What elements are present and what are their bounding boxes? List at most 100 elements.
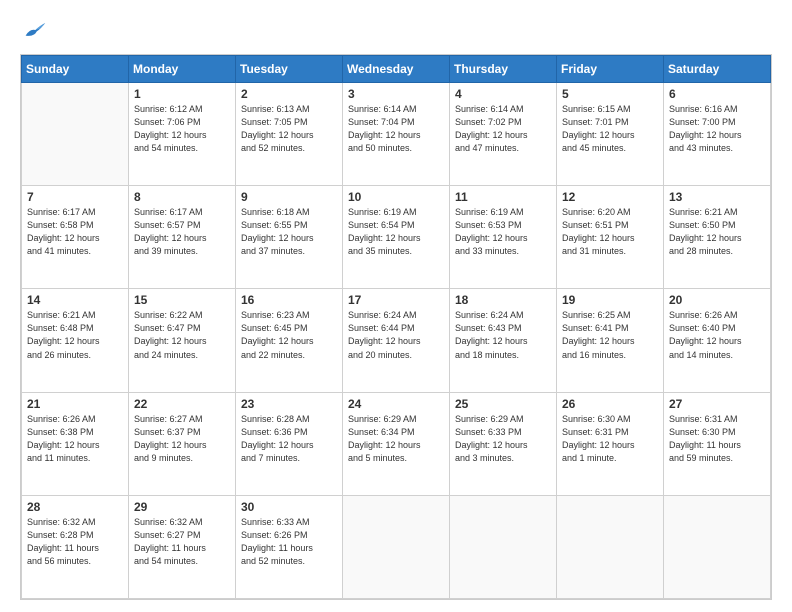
day-header-saturday: Saturday (664, 56, 771, 83)
day-info: Sunrise: 6:24 AM Sunset: 6:43 PM Dayligh… (455, 309, 551, 361)
day-header-friday: Friday (557, 56, 664, 83)
day-number: 30 (241, 500, 337, 514)
day-number: 21 (27, 397, 123, 411)
day-info: Sunrise: 6:14 AM Sunset: 7:04 PM Dayligh… (348, 103, 444, 155)
header (20, 16, 772, 44)
logo (20, 16, 52, 44)
calendar-cell: 6 Sunrise: 6:16 AM Sunset: 7:00 PM Daylig… (664, 83, 771, 186)
day-info: Sunrise: 6:24 AM Sunset: 6:44 PM Dayligh… (348, 309, 444, 361)
calendar-cell: 11 Sunrise: 6:19 AM Sunset: 6:53 PM Dayli… (450, 186, 557, 289)
day-number: 16 (241, 293, 337, 307)
calendar-cell: 10 Sunrise: 6:19 AM Sunset: 6:54 PM Dayli… (343, 186, 450, 289)
day-info: Sunrise: 6:17 AM Sunset: 6:58 PM Dayligh… (27, 206, 123, 258)
calendar-cell: 3 Sunrise: 6:14 AM Sunset: 7:04 PM Daylig… (343, 83, 450, 186)
calendar-header: SundayMondayTuesdayWednesdayThursdayFrid… (22, 56, 771, 83)
day-info: Sunrise: 6:21 AM Sunset: 6:50 PM Dayligh… (669, 206, 765, 258)
day-info: Sunrise: 6:22 AM Sunset: 6:47 PM Dayligh… (134, 309, 230, 361)
day-info: Sunrise: 6:12 AM Sunset: 7:06 PM Dayligh… (134, 103, 230, 155)
day-number: 20 (669, 293, 765, 307)
day-info: Sunrise: 6:14 AM Sunset: 7:02 PM Dayligh… (455, 103, 551, 155)
calendar-cell: 24 Sunrise: 6:29 AM Sunset: 6:34 PM Dayli… (343, 392, 450, 495)
day-number: 29 (134, 500, 230, 514)
day-info: Sunrise: 6:15 AM Sunset: 7:01 PM Dayligh… (562, 103, 658, 155)
calendar-cell: 4 Sunrise: 6:14 AM Sunset: 7:02 PM Daylig… (450, 83, 557, 186)
day-number: 13 (669, 190, 765, 204)
day-number: 28 (27, 500, 123, 514)
day-header-tuesday: Tuesday (236, 56, 343, 83)
day-number: 3 (348, 87, 444, 101)
day-info: Sunrise: 6:18 AM Sunset: 6:55 PM Dayligh… (241, 206, 337, 258)
day-info: Sunrise: 6:20 AM Sunset: 6:51 PM Dayligh… (562, 206, 658, 258)
calendar-cell: 16Sunrise: 6:23 AM Sunset: 6:45 PM Dayli… (236, 289, 343, 392)
calendar-cell: 27 Sunrise: 6:31 AM Sunset: 6:30 PM Dayli… (664, 392, 771, 495)
calendar-cell: 7Sunrise: 6:17 AM Sunset: 6:58 PM Daylig… (22, 186, 129, 289)
day-info: Sunrise: 6:13 AM Sunset: 7:05 PM Dayligh… (241, 103, 337, 155)
day-number: 24 (348, 397, 444, 411)
calendar-cell: 26 Sunrise: 6:30 AM Sunset: 6:31 PM Dayli… (557, 392, 664, 495)
day-info: Sunrise: 6:25 AM Sunset: 6:41 PM Dayligh… (562, 309, 658, 361)
calendar-cell (557, 495, 664, 598)
calendar-cell: 9 Sunrise: 6:18 AM Sunset: 6:55 PM Daylig… (236, 186, 343, 289)
day-number: 11 (455, 190, 551, 204)
calendar-cell: 19 Sunrise: 6:25 AM Sunset: 6:41 PM Dayli… (557, 289, 664, 392)
day-number: 18 (455, 293, 551, 307)
calendar-cell (450, 495, 557, 598)
calendar-week-1: 1 Sunrise: 6:12 AM Sunset: 7:06 PM Daylig… (22, 83, 771, 186)
logo-bird-icon (20, 16, 48, 44)
day-number: 19 (562, 293, 658, 307)
day-number: 4 (455, 87, 551, 101)
day-info: Sunrise: 6:17 AM Sunset: 6:57 PM Dayligh… (134, 206, 230, 258)
day-number: 23 (241, 397, 337, 411)
calendar-cell: 1 Sunrise: 6:12 AM Sunset: 7:06 PM Daylig… (129, 83, 236, 186)
calendar: SundayMondayTuesdayWednesdayThursdayFrid… (20, 54, 772, 600)
day-info: Sunrise: 6:31 AM Sunset: 6:30 PM Dayligh… (669, 413, 765, 465)
calendar-cell: 2Sunrise: 6:13 AM Sunset: 7:05 PM Daylig… (236, 83, 343, 186)
calendar-cell (22, 83, 129, 186)
calendar-cell: 25 Sunrise: 6:29 AM Sunset: 6:33 PM Dayli… (450, 392, 557, 495)
day-info: Sunrise: 6:28 AM Sunset: 6:36 PM Dayligh… (241, 413, 337, 465)
day-info: Sunrise: 6:30 AM Sunset: 6:31 PM Dayligh… (562, 413, 658, 465)
day-info: Sunrise: 6:16 AM Sunset: 7:00 PM Dayligh… (669, 103, 765, 155)
day-number: 26 (562, 397, 658, 411)
calendar-cell: 15 Sunrise: 6:22 AM Sunset: 6:47 PM Dayli… (129, 289, 236, 392)
day-info: Sunrise: 6:19 AM Sunset: 6:53 PM Dayligh… (455, 206, 551, 258)
calendar-cell: 23 Sunrise: 6:28 AM Sunset: 6:36 PM Dayli… (236, 392, 343, 495)
calendar-cell: 28 Sunrise: 6:32 AM Sunset: 6:28 PM Dayli… (22, 495, 129, 598)
day-number: 6 (669, 87, 765, 101)
day-number: 14 (27, 293, 123, 307)
day-number: 5 (562, 87, 658, 101)
day-info: Sunrise: 6:32 AM Sunset: 6:27 PM Dayligh… (134, 516, 230, 568)
day-info: Sunrise: 6:26 AM Sunset: 6:40 PM Dayligh… (669, 309, 765, 361)
calendar-week-3: 14 Sunrise: 6:21 AM Sunset: 6:48 PM Dayli… (22, 289, 771, 392)
day-number: 25 (455, 397, 551, 411)
calendar-cell: 18 Sunrise: 6:24 AM Sunset: 6:43 PM Dayli… (450, 289, 557, 392)
day-header-wednesday: Wednesday (343, 56, 450, 83)
day-number: 15 (134, 293, 230, 307)
calendar-cell: 12 Sunrise: 6:20 AM Sunset: 6:51 PM Dayli… (557, 186, 664, 289)
day-info: Sunrise: 6:29 AM Sunset: 6:34 PM Dayligh… (348, 413, 444, 465)
day-info: Sunrise: 6:29 AM Sunset: 6:33 PM Dayligh… (455, 413, 551, 465)
calendar-cell: 14 Sunrise: 6:21 AM Sunset: 6:48 PM Dayli… (22, 289, 129, 392)
calendar-week-5: 28 Sunrise: 6:32 AM Sunset: 6:28 PM Dayli… (22, 495, 771, 598)
calendar-cell: 30Sunrise: 6:33 AM Sunset: 6:26 PM Dayli… (236, 495, 343, 598)
day-info: Sunrise: 6:21 AM Sunset: 6:48 PM Dayligh… (27, 309, 123, 361)
calendar-cell: 5 Sunrise: 6:15 AM Sunset: 7:01 PM Daylig… (557, 83, 664, 186)
calendar-cell (343, 495, 450, 598)
calendar-cell: 21Sunrise: 6:26 AM Sunset: 6:38 PM Dayli… (22, 392, 129, 495)
day-number: 9 (241, 190, 337, 204)
day-number: 17 (348, 293, 444, 307)
calendar-cell: 13 Sunrise: 6:21 AM Sunset: 6:50 PM Dayli… (664, 186, 771, 289)
day-number: 8 (134, 190, 230, 204)
calendar-cell: 22Sunrise: 6:27 AM Sunset: 6:37 PM Dayli… (129, 392, 236, 495)
day-number: 1 (134, 87, 230, 101)
day-info: Sunrise: 6:32 AM Sunset: 6:28 PM Dayligh… (27, 516, 123, 568)
day-number: 27 (669, 397, 765, 411)
calendar-cell: 20 Sunrise: 6:26 AM Sunset: 6:40 PM Dayli… (664, 289, 771, 392)
day-info: Sunrise: 6:19 AM Sunset: 6:54 PM Dayligh… (348, 206, 444, 258)
day-header-monday: Monday (129, 56, 236, 83)
day-number: 10 (348, 190, 444, 204)
calendar-cell: 17 Sunrise: 6:24 AM Sunset: 6:44 PM Dayli… (343, 289, 450, 392)
day-header-sunday: Sunday (22, 56, 129, 83)
day-number: 12 (562, 190, 658, 204)
calendar-week-4: 21Sunrise: 6:26 AM Sunset: 6:38 PM Dayli… (22, 392, 771, 495)
